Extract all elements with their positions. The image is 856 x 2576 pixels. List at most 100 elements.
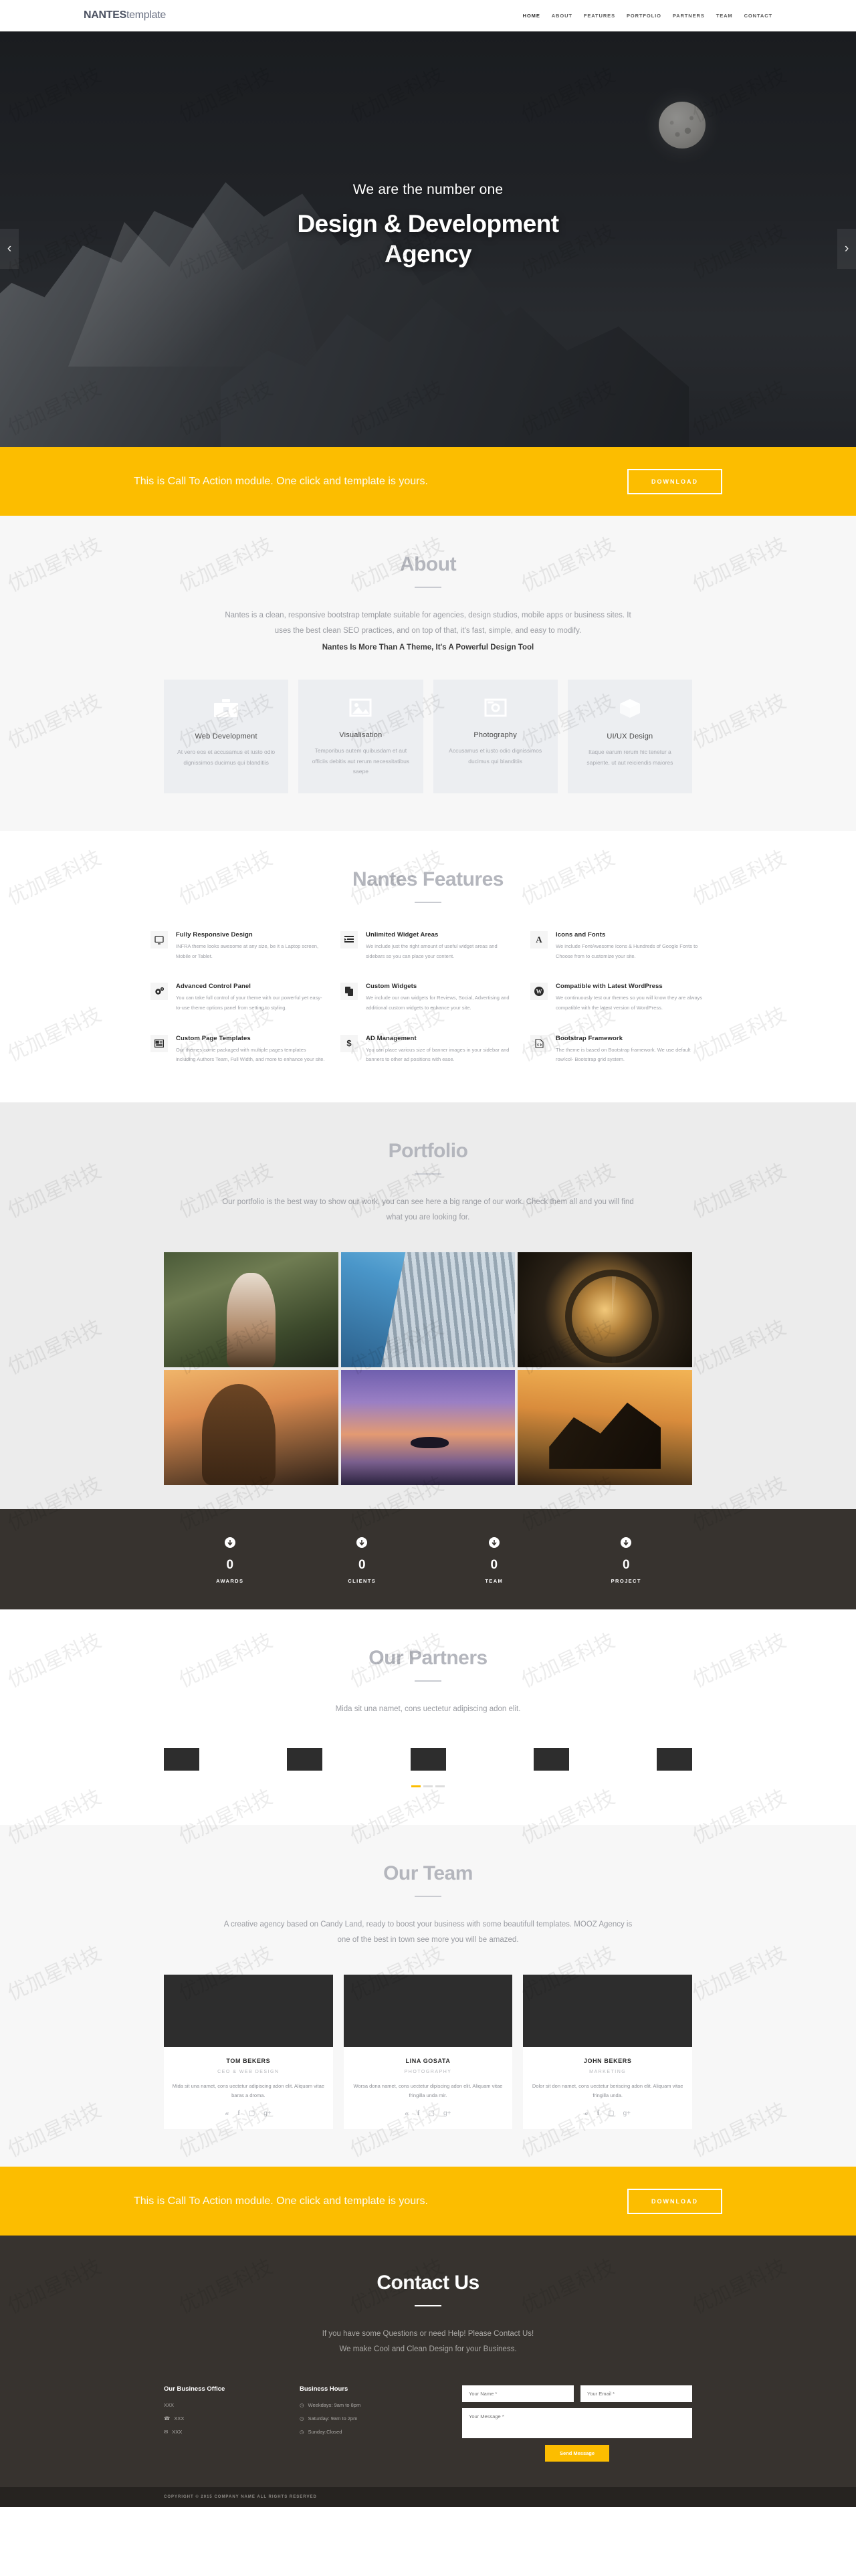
clock-icon: ◷ — [300, 2429, 304, 2436]
nav-item-about[interactable]: ABOUT — [552, 13, 572, 19]
office-phone-text: XXX — [174, 2415, 185, 2422]
youtube-icon[interactable]: ▢ — [249, 2110, 255, 2117]
google-plus-icon[interactable]: g+ — [263, 2110, 271, 2117]
partners-carousel-dots — [0, 1785, 856, 1787]
twitter-icon[interactable]: 𝒶 — [584, 2110, 588, 2117]
feature-text: We include our own widgets for Reviews, … — [366, 995, 510, 1011]
team-member-bio: Mida sit una namet, cons uectetur adipis… — [172, 2082, 324, 2099]
about-card-list: Web Development At vero eos et accusamus… — [164, 680, 692, 794]
google-plus-icon[interactable]: g+ — [623, 2110, 631, 2117]
facebook-icon[interactable]: f — [417, 2110, 419, 2117]
contact-email-input[interactable] — [580, 2385, 692, 2403]
about-card-title: Web Development — [195, 732, 257, 740]
team-member-name: TOM BEKERS — [226, 2057, 271, 2064]
feature-text: You can take full control of your theme … — [176, 995, 322, 1011]
office-address-line: XXX — [164, 2402, 288, 2408]
team-member-bio: Worsa dona namet, cons uectetur dipiscin… — [353, 2082, 503, 2099]
team-member-name: LINA GOSATA — [405, 2057, 451, 2064]
list-icon — [340, 931, 358, 949]
contact-title: Contact Us — [377, 2272, 479, 2294]
counter-label: PROJECT — [611, 1577, 641, 1584]
counter-clients: 0 CLIENTS — [296, 1537, 429, 1584]
facebook-icon[interactable]: f — [237, 2110, 239, 2117]
team-member-photo — [164, 1974, 333, 2047]
nav-item-features[interactable]: FEATURES — [584, 13, 615, 19]
partner-logo-5[interactable] — [657, 1747, 692, 1771]
arrow-down-circle-icon — [164, 1537, 296, 1551]
google-plus-icon[interactable]: g+ — [443, 2110, 451, 2117]
hero-prev-arrow-icon[interactable]: ‹ — [0, 229, 19, 269]
portfolio-item-boat-purple-lake[interactable] — [340, 1369, 516, 1485]
nav-item-partners[interactable]: PARTNERS — [673, 13, 705, 19]
partner-logo-3[interactable] — [410, 1747, 446, 1771]
team-member-bio: Dolor sit don namet, cons uectetur beris… — [532, 2082, 683, 2099]
feature-title: Custom Page Templates — [176, 1034, 251, 1042]
counter-team: 0 TEAM — [428, 1537, 560, 1584]
business-hours-title: Business Hours — [300, 2385, 348, 2393]
contact-description-line-1: If you have some Questions or need Help!… — [322, 2330, 534, 2339]
contact-divider — [415, 2305, 441, 2307]
main-navigation: HOME ABOUT FEATURES PORTFOLIO PARTNERS T… — [523, 13, 772, 19]
about-card[interactable]: Photography Accusamus et iusto odio dign… — [433, 680, 558, 794]
portfolio-grid — [164, 1252, 692, 1485]
carousel-dot-2[interactable] — [423, 1785, 433, 1787]
box-icon — [578, 698, 681, 722]
youtube-icon[interactable]: ▢ — [608, 2110, 614, 2117]
nav-item-contact[interactable]: CONTACT — [744, 13, 772, 19]
carousel-dot-1[interactable] — [411, 1785, 421, 1787]
phone-icon: ☎ — [164, 2415, 171, 2422]
counter-value: 0 — [490, 1557, 498, 1572]
arrow-down-circle-icon — [428, 1537, 560, 1551]
twitter-icon[interactable]: 𝒶 — [225, 2110, 229, 2117]
partners-title: Our Partners — [368, 1646, 488, 1669]
about-card[interactable]: Web Development At vero eos et accusamus… — [164, 680, 289, 794]
counter-label: AWARDS — [216, 1577, 244, 1584]
nav-item-team[interactable]: TEAM — [716, 13, 733, 19]
nav-item-portfolio[interactable]: PORTFOLIO — [627, 13, 661, 19]
twitter-icon[interactable]: 𝒶 — [405, 2110, 409, 2117]
newspaper-icon — [150, 1034, 168, 1052]
partner-logo-1[interactable] — [164, 1747, 199, 1771]
portfolio-item-woman-sunset-field[interactable] — [164, 1369, 338, 1485]
counter-value: 0 — [622, 1557, 630, 1572]
cta-download-button[interactable]: DOWNLOAD — [627, 2188, 722, 2214]
portfolio-item-hands-sunset-silhouette[interactable] — [518, 1369, 692, 1485]
page-root: NANTEStemplate HOME ABOUT FEATURES PORTF… — [0, 0, 856, 2508]
contact-name-input[interactable] — [462, 2385, 574, 2403]
contact-description: If you have some Questions or need Help!… — [217, 2326, 639, 2357]
site-logo[interactable]: NANTEStemplate — [84, 9, 166, 21]
nav-item-home[interactable]: HOME — [523, 13, 540, 19]
portfolio-item-portrait-woman-forest[interactable] — [164, 1252, 338, 1367]
counter-label: TEAM — [485, 1577, 504, 1584]
about-card[interactable]: Visualisation Temporibus autem quibusdam… — [298, 680, 423, 794]
contact-section: Contact Us If you have some Questions or… — [0, 2236, 856, 2488]
send-message-button[interactable]: Send Message — [544, 2445, 610, 2462]
feature-item: $ AD Management You can place various si… — [340, 1034, 516, 1065]
portfolio-item-cathedral-rose-window[interactable] — [518, 1252, 692, 1367]
partners-divider — [415, 1680, 441, 1682]
business-office-column: Our Business Office XXX ☎ XXX ✉ XXX — [164, 2385, 288, 2442]
about-card[interactable]: UI/UX Design Itaque earum rerum hic tene… — [567, 680, 692, 794]
feature-item: W Compatible with Latest WordPress We co… — [530, 983, 706, 1013]
partner-logo-4[interactable] — [533, 1747, 569, 1771]
business-hours-column: Business Hours ◷ Weekdays: 9am to 8pm ◷ … — [300, 2385, 450, 2442]
partner-logo-2[interactable] — [287, 1747, 323, 1771]
portfolio-item-modern-architecture-blue[interactable] — [340, 1252, 516, 1367]
features-grid: Fully Responsive Design INFRA theme look… — [150, 931, 706, 1065]
about-divider — [415, 587, 441, 588]
youtube-icon[interactable]: ▢ — [429, 2110, 435, 2117]
hero-next-arrow-icon[interactable]: › — [837, 229, 856, 269]
about-card-title: UI/UX Design — [607, 732, 653, 740]
team-member-role: CEO & WEB DESIGN — [217, 2069, 280, 2074]
logo-bold-text: NANTES — [84, 9, 126, 21]
hours-saturday-text: Saturday: 9am to 2pm — [308, 2415, 358, 2422]
contact-message-textarea[interactable] — [462, 2408, 692, 2439]
hours-sunday-line: ◷ Sunday:Closed — [300, 2429, 450, 2435]
feature-item: Bootstrap Framework The theme is based o… — [530, 1034, 706, 1065]
envelope-icon: ✉ — [164, 2429, 169, 2436]
counter-value: 0 — [226, 1557, 234, 1572]
cta-download-button[interactable]: DOWNLOAD — [627, 468, 722, 494]
facebook-icon[interactable]: f — [597, 2110, 599, 2117]
carousel-dot-3[interactable] — [435, 1785, 445, 1787]
team-title: Our Team — [383, 1862, 473, 1884]
